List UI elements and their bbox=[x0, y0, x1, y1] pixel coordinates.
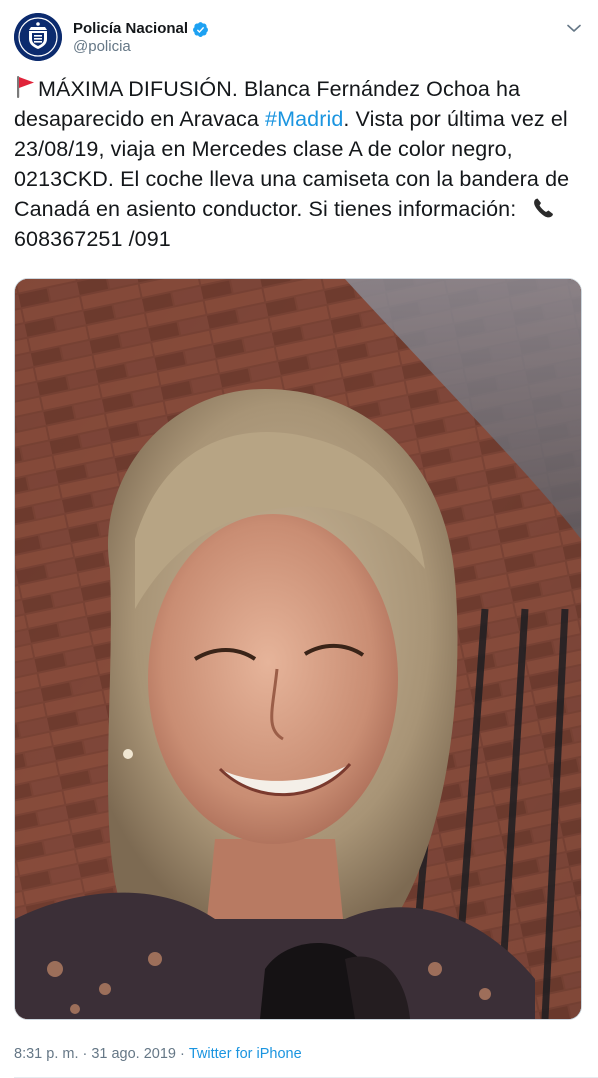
tweet-source-link[interactable]: Twitter for iPhone bbox=[189, 1046, 302, 1062]
meta-separator: · bbox=[180, 1046, 185, 1062]
author-name-text: Policía Nacional bbox=[73, 20, 189, 37]
tweet-card: Policía Nacional @policia MÁXIMA DIFUSIÓ… bbox=[0, 0, 598, 1078]
author-handle[interactable]: @policia bbox=[73, 38, 131, 56]
tweet-time[interactable]: 8:31 p. m. bbox=[14, 1046, 78, 1062]
tweet-meta: 8:31 p. m. · 31 ago. 2019 · Twitter for iPho… bbox=[14, 1045, 302, 1063]
red-flag-icon bbox=[17, 76, 34, 98]
tweet-photo[interactable] bbox=[14, 278, 582, 1020]
more-options-button[interactable] bbox=[564, 18, 584, 38]
phone-number: 608367251 /091 bbox=[14, 227, 171, 251]
telephone-receiver-icon bbox=[534, 198, 554, 218]
verified-badge-icon bbox=[193, 21, 208, 37]
hashtag-link[interactable]: #Madrid bbox=[265, 107, 343, 131]
police-badge-icon bbox=[14, 13, 62, 61]
chevron-down-icon bbox=[567, 24, 581, 32]
tweet-date[interactable]: 31 ago. 2019 bbox=[91, 1046, 176, 1062]
tweet-text: MÁXIMA DIFUSIÓN. Blanca Fernández Ochoa … bbox=[14, 74, 586, 254]
photo-image bbox=[15, 279, 581, 1019]
avatar[interactable] bbox=[14, 13, 62, 61]
author-name[interactable]: Policía Nacional bbox=[73, 20, 209, 38]
meta-separator: · bbox=[82, 1046, 88, 1062]
